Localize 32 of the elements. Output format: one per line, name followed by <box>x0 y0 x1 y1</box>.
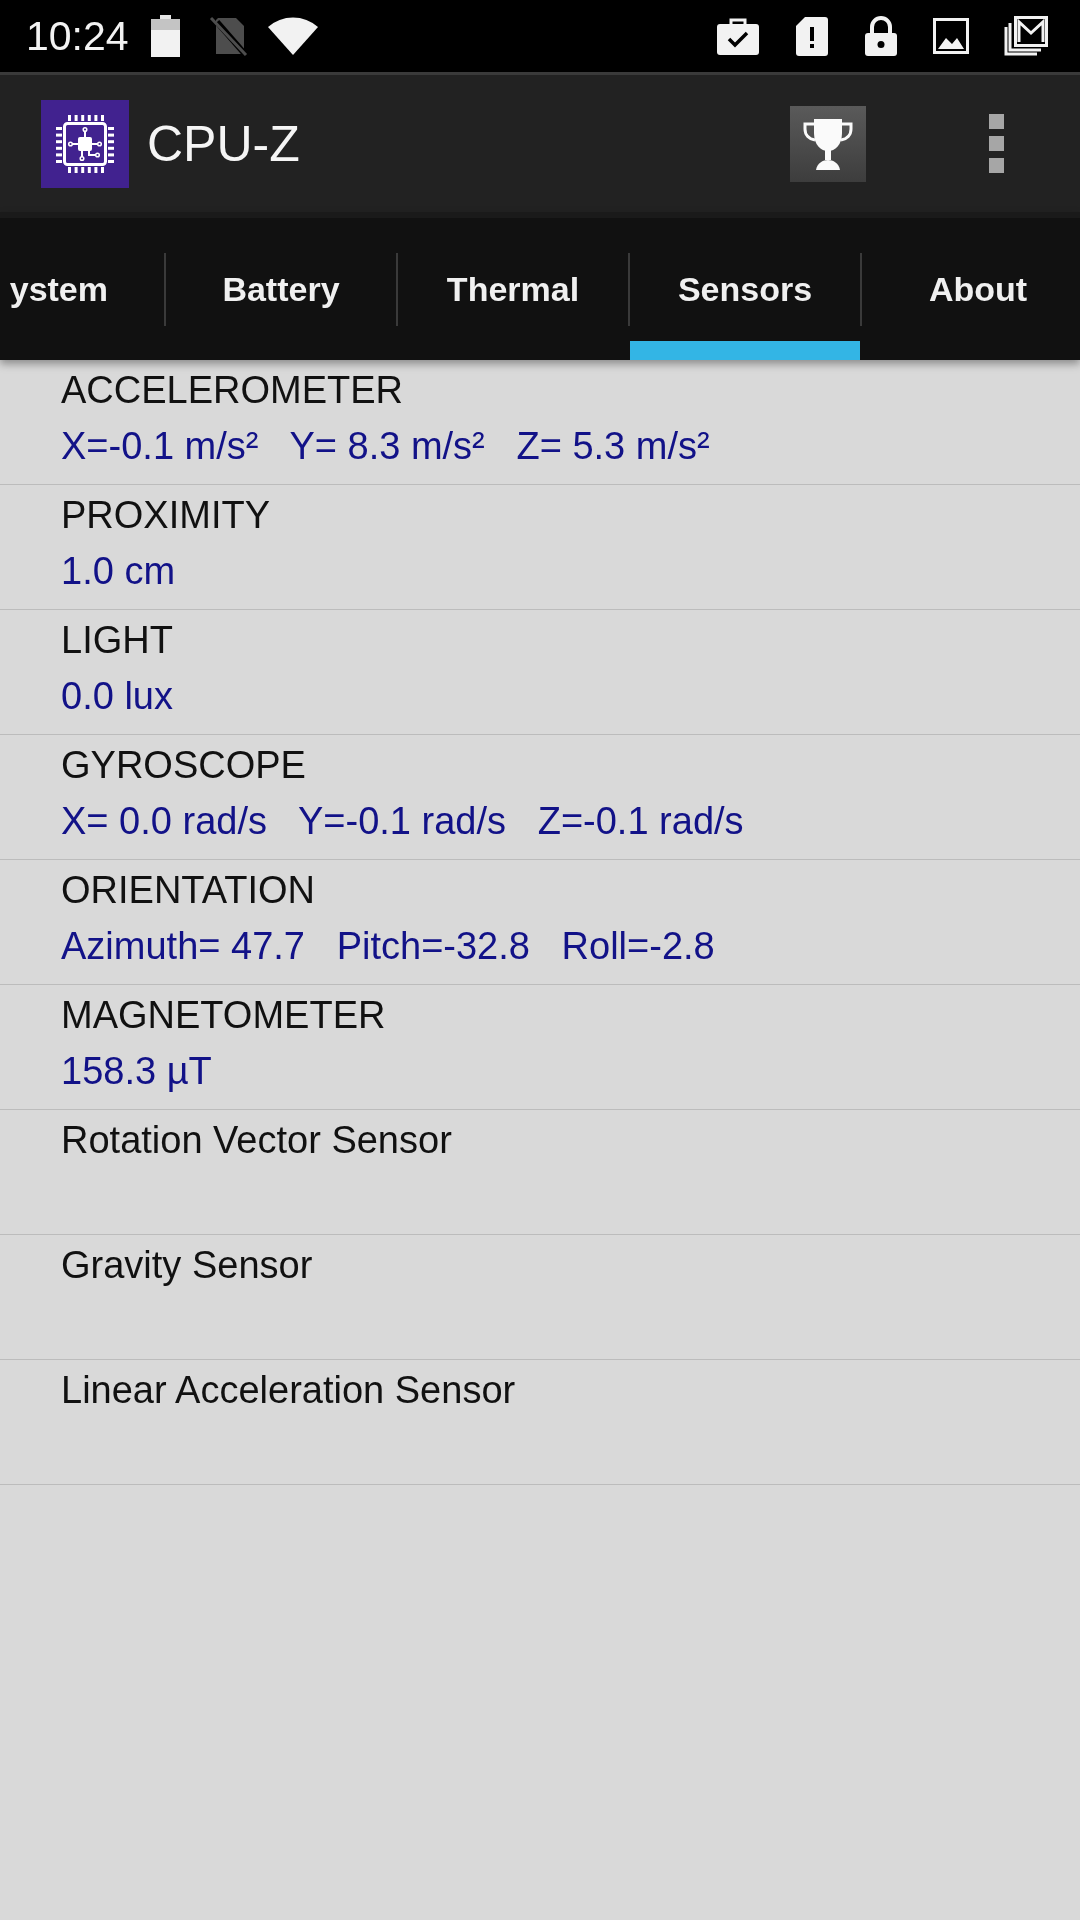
sensor-name: GYROSCOPE <box>61 743 306 788</box>
sensor-reading: 0.0 lux <box>61 674 173 719</box>
sensor-name: Linear Acceleration Sensor <box>61 1368 516 1413</box>
wifi-icon <box>266 16 319 56</box>
chip-icon <box>41 99 129 188</box>
tab[interactable]: Battery <box>166 218 396 360</box>
sensor-reading: 1.0 cm <box>61 549 176 594</box>
lock-icon <box>864 16 898 56</box>
sensor-name: ORIENTATION <box>61 868 316 913</box>
sensor-name: ACCELEROMETER <box>61 368 404 413</box>
more-options-icon[interactable] <box>989 113 1004 174</box>
sim-alert-icon <box>795 16 829 56</box>
sensor-reading: X= 0.0 rad/s Y=-0.1 rad/s Z=-0.1 rad/s <box>61 799 744 844</box>
sensor-name: Gravity Sensor <box>61 1243 313 1288</box>
app-title: CPU-Z <box>147 114 300 174</box>
tab[interactable]: ystem <box>0 218 164 360</box>
sensor-reading: 158.3 µT <box>61 1049 212 1094</box>
trophy-button[interactable] <box>790 105 866 182</box>
sensor-name: PROXIMITY <box>61 493 271 538</box>
tab[interactable]: Thermal <box>398 218 628 360</box>
sensor-reading: Azimuth= 47.7 Pitch=-32.8 Roll=-2.8 <box>61 924 715 969</box>
tab[interactable]: About <box>862 218 1080 360</box>
battery-icon <box>150 15 180 57</box>
sensor-name: MAGNETOMETER <box>61 993 386 1038</box>
clock-time: 10:24 <box>26 12 129 60</box>
briefcase-check-icon <box>716 16 760 56</box>
sensor-reading: X=-0.1 m/s² Y= 8.3 m/s² Z= 5.3 m/s² <box>61 424 710 469</box>
no-sim-icon <box>207 16 248 56</box>
sensor-name: Rotation Vector Sensor <box>61 1118 452 1163</box>
image-icon <box>933 18 969 54</box>
sensor-name: LIGHT <box>61 618 173 663</box>
mail-stack-icon <box>1004 16 1048 56</box>
